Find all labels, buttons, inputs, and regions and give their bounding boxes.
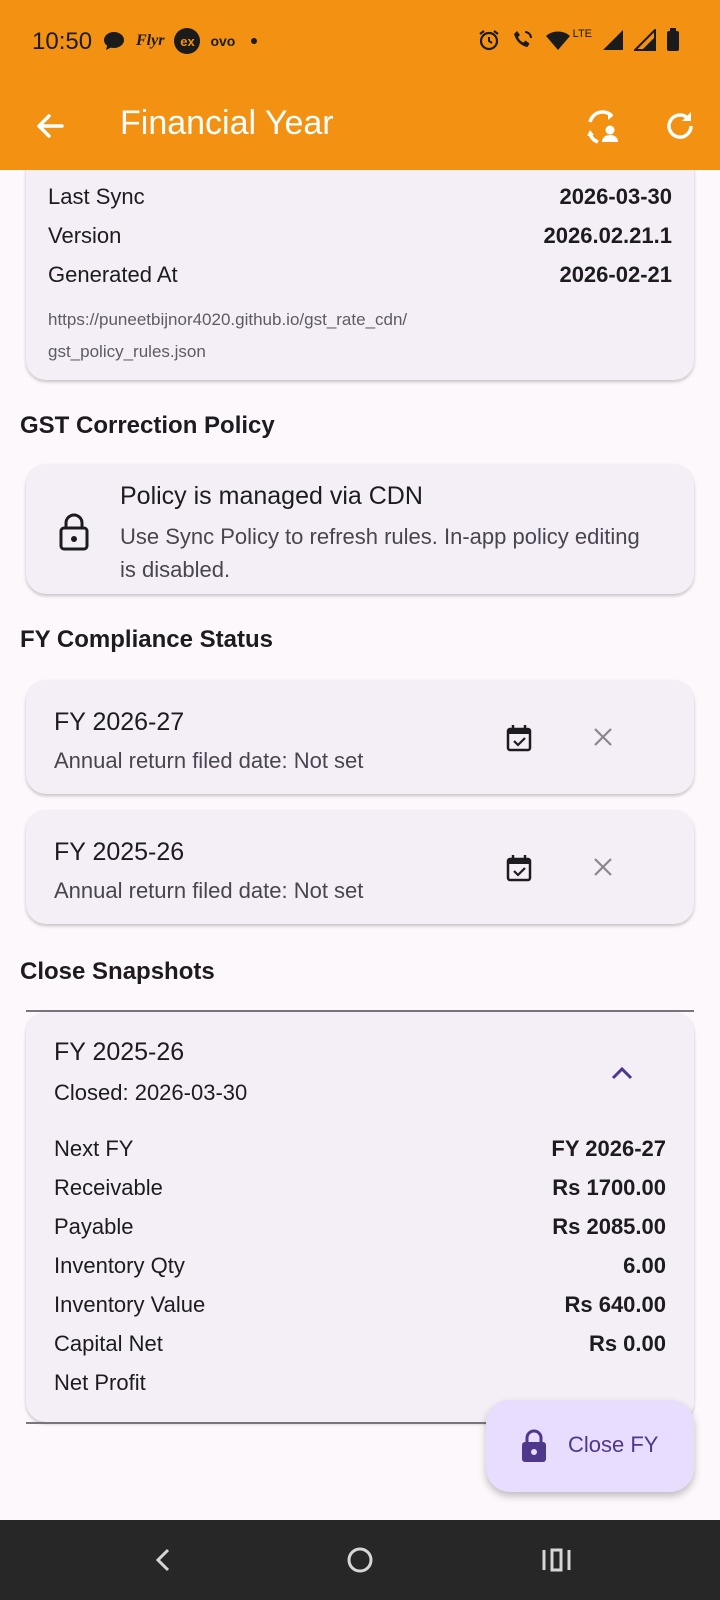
close-fy-label: Close FY [568, 1432, 659, 1457]
snapshot-label: Payable [54, 1214, 134, 1239]
fy-compliance-card[interactable]: FY 2026-27 Annual return filed date: Not… [26, 680, 694, 794]
snapshot-value: Rs 0.00 [588, 1331, 666, 1356]
snapshot-row-next-fy: Next FY FY 2026-27 [54, 1136, 666, 1162]
snapshot-label: Receivable [54, 1175, 163, 1200]
calendar-check-icon[interactable] [506, 854, 532, 882]
snapshot-row-inventory-value: Inventory Value Rs 640.00 [54, 1292, 666, 1318]
snapshot-row-payable: Payable Rs 2085.00 [54, 1214, 666, 1240]
signal-icon [603, 30, 623, 50]
snapshot-row-capital-net: Capital Net Rs 0.00 [54, 1331, 666, 1357]
snapshot-closed-date: Closed: 2026-03-30 [54, 1080, 248, 1105]
ovo-icon: ovo [210, 33, 236, 49]
ex-icon-text: ex [180, 33, 195, 49]
dot-icon [251, 38, 258, 44]
snapshot-label: Net Profit [54, 1370, 146, 1395]
lte-label: LTE [572, 28, 592, 40]
generated-at-value: 2026-02-21 [559, 262, 672, 287]
system-nav-bar [0, 1520, 720, 1600]
page-title: Financial Year [120, 104, 334, 142]
fy-compliance-title: FY 2026-27 [54, 708, 185, 736]
last-sync-value: 2026-03-30 [559, 184, 672, 209]
policy-sync-card: Last Sync 2026-03-30 Version 2026.02.21.… [26, 170, 694, 380]
version-value: 2026.02.21.1 [543, 223, 672, 248]
cdn-policy-title: Policy is managed via CDN [120, 482, 423, 510]
signal-icon [634, 29, 656, 51]
snapshot-value: Rs 640.00 [564, 1292, 666, 1317]
snapshot-card: FY 2025-26 Closed: 2026-03-30 Next FY FY… [26, 1012, 694, 1422]
alarm-icon [478, 30, 499, 51]
content-scroll[interactable]: Last Sync 2026-03-30 Version 2026.02.21.… [0, 170, 720, 1520]
calendar-check-icon[interactable] [506, 724, 532, 752]
policy-url-line2: gst_policy_rules.json [48, 342, 206, 361]
status-bar: 10:50 Flyr ex ovo LTE [0, 0, 720, 84]
cdn-policy-subtitle: Use Sync Policy to refresh rules. In-app… [120, 524, 640, 582]
sync-policy-icon[interactable] [584, 108, 622, 146]
close-snapshots-heading: Close Snapshots [20, 958, 215, 985]
snapshot-row-receivable: Receivable Rs 1700.00 [54, 1175, 666, 1201]
lock-icon [522, 1429, 546, 1462]
snapshot-value: Rs 2085.00 [552, 1214, 666, 1239]
system-icons: LTE [477, 28, 680, 52]
wifi-call-icon [513, 31, 532, 47]
snapshot-value: Rs 1700.00 [552, 1175, 666, 1200]
snapshot-label: Inventory Value [54, 1292, 206, 1317]
fy-compliance-card[interactable]: FY 2025-26 Annual return filed date: Not… [26, 810, 694, 924]
clear-date-icon[interactable] [592, 726, 614, 748]
snapshot-value: FY 2026-27 [551, 1136, 666, 1161]
version-label: Version [48, 223, 122, 248]
snapshot-fy-title: FY 2025-26 [54, 1038, 185, 1066]
fy-compliance-status: Annual return filed date: Not set [54, 878, 364, 903]
fy-compliance-status: Annual return filed date: Not set [54, 748, 364, 773]
snapshot-label: Inventory Qty [54, 1253, 185, 1278]
gst-policy-heading: GST Correction Policy [20, 412, 275, 439]
chevron-up-icon[interactable] [610, 1064, 634, 1082]
ex-icon: ex [174, 28, 201, 54]
last-sync-row: Last Sync 2026-03-30 [48, 184, 672, 210]
lock-icon [59, 513, 89, 551]
status-time: 10:50 [32, 28, 93, 55]
policy-url: https://puneetbijnor4020.github.io/gst_r… [48, 304, 672, 368]
wifi-icon [545, 31, 570, 50]
nav-home-icon[interactable] [342, 1542, 378, 1578]
cdn-policy-card: Policy is managed via CDN Use Sync Polic… [26, 464, 694, 594]
fy-compliance-heading: FY Compliance Status [20, 626, 273, 653]
nav-recents-icon[interactable] [538, 1542, 574, 1578]
chat-bubble-icon [104, 32, 124, 50]
back-arrow-icon[interactable] [30, 106, 70, 146]
fy-compliance-title: FY 2025-26 [54, 838, 185, 866]
clear-date-icon[interactable] [592, 856, 614, 878]
notification-icons: Flyr ex ovo [102, 28, 258, 54]
policy-url-line1: https://puneetbijnor4020.github.io/gst_r… [48, 310, 408, 329]
snapshot-label: Next FY [54, 1136, 134, 1161]
battery-icon [667, 28, 679, 51]
refresh-icon[interactable] [662, 108, 698, 144]
app-bar: Financial Year [0, 84, 720, 170]
last-sync-label: Last Sync [48, 184, 145, 209]
flyr-icon: Flyr [136, 32, 165, 49]
snapshot-label: Capital Net [54, 1331, 163, 1356]
nav-back-icon[interactable] [146, 1542, 182, 1578]
generated-at-row: Generated At 2026-02-21 [48, 262, 672, 288]
generated-at-label: Generated At [48, 262, 178, 287]
version-row: Version 2026.02.21.1 [48, 223, 672, 249]
snapshot-value: 6.00 [623, 1253, 666, 1278]
close-fy-button[interactable]: Close FY [486, 1400, 694, 1492]
snapshot-row-net-profit: Net Profit [54, 1370, 666, 1396]
snapshot-row-inventory-qty: Inventory Qty 6.00 [54, 1253, 666, 1279]
